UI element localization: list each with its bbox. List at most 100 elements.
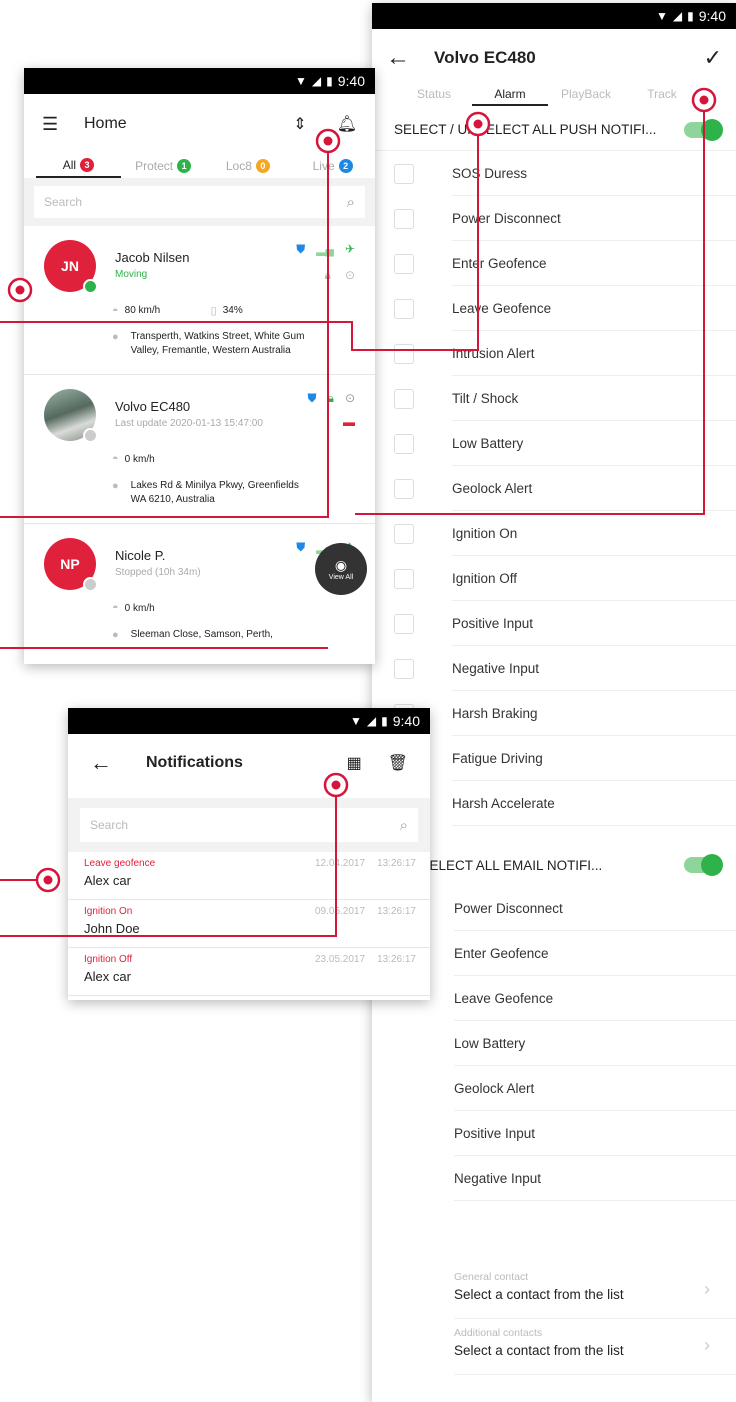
search-input[interactable]: Search ⌕ (34, 186, 365, 218)
notification-row[interactable]: Ignition On John Doe 09.05.2017 13:26:17 (68, 900, 430, 948)
back-arrow-icon[interactable]: ← (386, 44, 434, 72)
tab-loc8[interactable]: Loc8 0 (206, 154, 291, 178)
avatar (44, 389, 98, 443)
search-icon[interactable]: ⌕ (400, 817, 408, 834)
address-line2: WA 6210, Australia (130, 494, 215, 505)
locate-icon[interactable]: ⊙ (345, 391, 355, 406)
confirm-check-icon[interactable]: ✓ (704, 45, 722, 71)
push-alarm-row[interactable]: SOS Duress (372, 151, 736, 196)
tab-status[interactable]: Status (396, 87, 472, 101)
trash-icon[interactable]: 🗑︎ (388, 753, 408, 773)
alarm-checkbox[interactable] (394, 163, 414, 184)
email-alarm-row[interactable]: Positive Input (372, 1111, 736, 1156)
alarm-label: Leave Geofence (452, 286, 736, 331)
push-alarm-row[interactable]: Power Disconnect (372, 196, 736, 241)
back-arrow-icon[interactable]: ← (90, 750, 146, 776)
signal-bars-icon: ▂▄ (316, 242, 334, 256)
sort-icon[interactable]: ⇕ (293, 114, 306, 134)
date: 12.04.2017 (315, 858, 366, 869)
status-time: 9:40 (392, 713, 420, 729)
alarm-label: Fatigue Driving (452, 736, 736, 781)
tab-live[interactable]: Live 2 (290, 154, 375, 178)
vehicle-card[interactable]: Volvo EC480 Last update 2020-01-13 15:47… (24, 375, 375, 524)
wifi-icon: ▼ (350, 714, 362, 728)
alarm-label: Harsh Braking (452, 691, 736, 736)
alarm-checkbox[interactable] (394, 568, 414, 589)
tab-all[interactable]: All 3 (36, 154, 121, 178)
additional-contacts-value: Select a contact from the list (454, 1343, 624, 1358)
alarm-checkbox[interactable] (394, 298, 414, 319)
calendar-icon[interactable]: ▦ (347, 753, 362, 773)
search-input[interactable]: Search ⌕ (80, 808, 418, 842)
count-badge: 0 (255, 159, 270, 173)
device-name: Alex car (84, 873, 131, 888)
alarm-checkbox[interactable] (394, 523, 414, 544)
additional-contacts-row[interactable]: Additional contacts Select a contact fro… (454, 1319, 736, 1375)
date: 09.05.2017 (315, 906, 366, 917)
email-select-all-toggle[interactable] (684, 854, 723, 876)
push-alarm-row[interactable]: Leave Geofence (372, 286, 736, 331)
push-alarm-row[interactable]: Tilt / Shock (372, 376, 736, 421)
tab-track[interactable]: Track (624, 87, 700, 101)
alarm-checkbox[interactable] (394, 208, 414, 229)
alarm-checkbox[interactable] (394, 478, 414, 499)
push-select-all-toggle[interactable] (684, 118, 723, 141)
address-line2: Valley, Fremantle, Western Australia (130, 345, 291, 356)
alarm-label: Power Disconnect (452, 196, 736, 241)
push-alarm-row[interactable]: Geolock Alert (372, 466, 736, 511)
general-contact-row[interactable]: General contact Select a contact from th… (454, 1263, 736, 1319)
bell-icon[interactable]: 🔔︎ (337, 114, 357, 134)
email-alarm-row[interactable]: Low Battery (372, 1021, 736, 1066)
push-alarm-row[interactable]: Negative Input (372, 646, 736, 691)
email-alarm-row[interactable]: Negative Input (372, 1156, 736, 1201)
view-all-fab[interactable]: ◉ View All (315, 543, 367, 595)
alarm-checkbox[interactable] (394, 343, 414, 364)
address-line1: Transperth, Watkins Street, White Gum (130, 331, 305, 342)
locate-icon[interactable]: ⊙ (345, 268, 355, 283)
filter-tabs: All 3 Protect 1 Loc8 0 Live 2 (24, 154, 375, 178)
callout-marker-dot (43, 875, 53, 885)
alarm-checkbox[interactable] (394, 388, 414, 409)
alarm-checkbox[interactable] (394, 433, 414, 454)
lock-icon[interactable]: 🔒︎ (325, 268, 331, 283)
speed-value: 0 km/h (124, 602, 155, 614)
search-icon[interactable]: ⌕ (347, 194, 355, 211)
battery-icon: ▯ (210, 305, 217, 317)
email-alarm-row[interactable]: Geolock Alert (372, 1066, 736, 1111)
search-bar: Search ⌕ (24, 178, 375, 226)
push-alarm-row[interactable]: Ignition Off (372, 556, 736, 601)
push-select-all-row[interactable]: SELECT / UNSELECT ALL PUSH NOTIFI... (372, 109, 736, 151)
vehicle-card[interactable]: NP Nicole P. Stopped (10h 34m) ⛊ ▂▄ ✈︎ ◓… (24, 524, 375, 664)
tab-label: Protect (135, 159, 174, 173)
tab-alarm[interactable]: Alarm (472, 87, 548, 106)
alarm-checkbox[interactable] (394, 253, 414, 274)
date: 23.05.2017 (315, 954, 366, 965)
location-pin-icon: ● (112, 629, 119, 641)
avatar-initials: NP (60, 556, 80, 572)
tab-bar: Status Alarm PlayBack Track (372, 87, 736, 109)
tab-playback[interactable]: PlayBack (548, 87, 624, 101)
notification-row[interactable]: Leave geofence Alex car 12.04.2017 13:26:… (68, 852, 430, 900)
time: 13:26:17 (377, 858, 416, 869)
push-alarm-row[interactable]: Low Battery (372, 421, 736, 466)
alarm-checkbox[interactable] (394, 658, 414, 679)
menu-icon[interactable]: ☰ (42, 114, 84, 135)
timestamp: 23.05.2017 13:26:17 (315, 954, 416, 965)
push-alarm-row[interactable]: Intrusion Alert (372, 331, 736, 376)
device-name: John Doe (84, 921, 140, 936)
alarm-checkbox[interactable] (394, 613, 414, 634)
online-indicator (83, 577, 98, 592)
general-contact-value: Select a contact from the list (454, 1287, 624, 1302)
push-alarm-row[interactable]: Enter Geofence (372, 241, 736, 286)
chevron-right-icon: › (704, 1335, 710, 1355)
alarm-label: Positive Input (454, 1111, 736, 1156)
vehicle-card[interactable]: JN Jacob Nilsen Moving ⛊ ▂▄ ✈︎ 🔒︎ ⊙ ◓ 80… (24, 226, 375, 375)
additional-contacts-label: Additional contacts (454, 1327, 543, 1339)
push-alarm-row[interactable]: Positive Input (372, 601, 736, 646)
signal-icon: ◢ (311, 74, 322, 88)
alarm-label: Low Battery (454, 1021, 736, 1066)
notification-row[interactable]: Ignition Off Alex car 23.05.2017 13:26:17 (68, 948, 430, 996)
push-alarm-row[interactable]: Ignition On (372, 511, 736, 556)
avatar: JN (44, 240, 98, 294)
tab-protect[interactable]: Protect 1 (121, 154, 206, 178)
